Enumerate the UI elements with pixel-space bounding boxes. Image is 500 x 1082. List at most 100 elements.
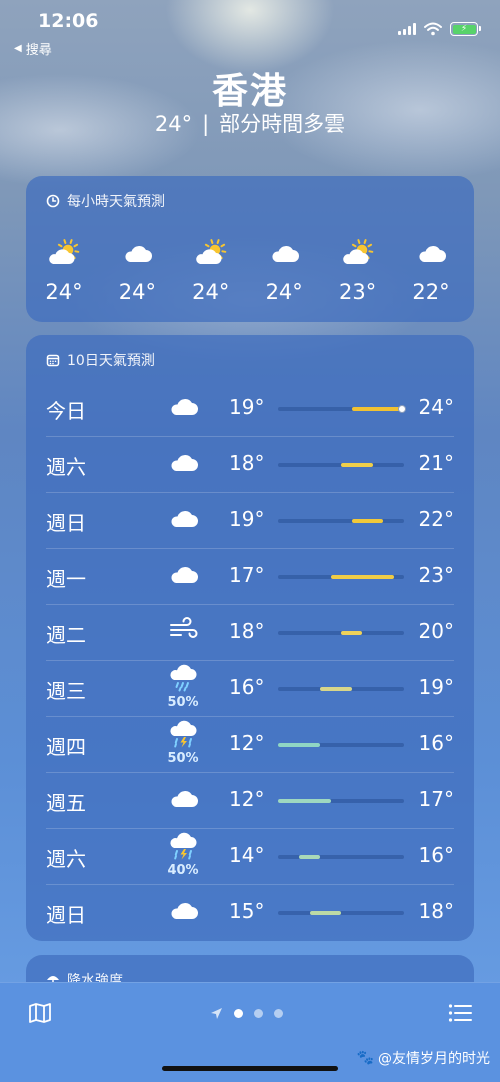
day-name: 今日	[46, 399, 86, 423]
day-row[interactable]: 週六 18° 21°	[46, 437, 454, 493]
home-indicator[interactable]	[162, 1066, 338, 1071]
day-name: 週二	[46, 623, 86, 647]
rain-cloud-icon: 50%	[158, 663, 208, 710]
precip-chance: 40%	[167, 863, 199, 878]
partly-sunny-icon	[181, 238, 241, 268]
hourly-title: 每小時天氣預測	[46, 191, 165, 211]
paw-icon: 🐾	[356, 1050, 374, 1066]
temp-range-fill	[341, 631, 362, 635]
day-name: 週五	[46, 791, 86, 815]
low-temp: 17°	[229, 563, 265, 587]
city-name: 香港	[211, 71, 288, 112]
hourly-temp: 24°	[265, 280, 303, 304]
hourly-temp: 24°	[45, 280, 83, 304]
page-dot[interactable]	[234, 1009, 243, 1018]
partly-sunny-icon	[34, 238, 94, 268]
clock-icon	[46, 194, 60, 208]
temp-range-bar	[278, 799, 404, 803]
calendar-icon	[46, 354, 60, 367]
partly-sunny-icon	[328, 238, 388, 268]
day-name: 週六	[46, 455, 86, 479]
location-arrow-icon	[211, 1008, 222, 1019]
low-temp: 12°	[229, 731, 265, 755]
precip-chance: 50%	[167, 751, 199, 766]
status-icons: ⚡	[398, 22, 481, 36]
temp-range-bar	[278, 575, 404, 579]
thunderstorm-icon: 40%	[158, 831, 208, 878]
hourly-item: 24°	[181, 238, 241, 304]
day-name: 週一	[46, 567, 86, 591]
cloud-icon	[254, 238, 314, 268]
thunderstorm-icon: 50%	[158, 719, 208, 766]
low-temp: 18°	[229, 451, 265, 475]
back-label: 搜尋	[25, 43, 52, 58]
high-temp: 24°	[418, 395, 454, 419]
high-temp: 17°	[418, 787, 454, 811]
day-row[interactable]: 週六 40% 14° 16°	[46, 829, 454, 885]
temp-range-fill	[330, 575, 394, 579]
summary-separator: |	[202, 112, 210, 136]
temp-range-bar	[278, 687, 404, 691]
day-name: 週日	[46, 511, 86, 535]
low-temp: 18°	[229, 619, 265, 643]
high-temp: 23°	[418, 563, 454, 587]
wifi-icon	[424, 22, 442, 36]
current-condition: 部分時間多雲	[219, 112, 346, 136]
page-dot[interactable]	[274, 1009, 283, 1018]
ten-day-forecast-card[interactable]: 10日天氣預測 今日 19° 24° 週六 18° 21° 週日 19° 22° 週一 17° 23°…	[26, 335, 474, 941]
current-temp: 24°	[154, 112, 193, 136]
hourly-temp: 24°	[118, 280, 156, 304]
hourly-forecast-card[interactable]: 每小時天氣預測 24° 24° 24° 24° 23° 22°	[26, 176, 474, 322]
day-row[interactable]: 週三 50% 16° 19°	[46, 661, 454, 717]
hourly-item: 24°	[34, 238, 94, 304]
battery-icon: ⚡	[450, 22, 481, 36]
cloud-icon	[158, 783, 208, 817]
temp-range-fill	[351, 407, 404, 411]
low-temp: 16°	[229, 675, 265, 699]
day-row[interactable]: 週日 15° 18°	[46, 885, 454, 941]
day-row[interactable]: 週五 12° 17°	[46, 773, 454, 829]
back-to-search-link[interactable]: ◀ 搜尋	[14, 39, 52, 58]
page-dot[interactable]	[254, 1009, 263, 1018]
cloud-icon	[158, 447, 208, 481]
day-name: 週三	[46, 679, 86, 703]
temp-range-bar	[278, 743, 404, 747]
low-temp: 12°	[229, 787, 265, 811]
low-temp: 15°	[229, 899, 265, 923]
day-row[interactable]: 週一 17° 23°	[46, 549, 454, 605]
hourly-temp: 22°	[412, 280, 450, 304]
hourly-item: 23°	[328, 238, 388, 304]
hourly-temp: 24°	[192, 280, 230, 304]
page-indicator[interactable]	[210, 1007, 283, 1020]
hourly-item: 24°	[107, 238, 167, 304]
temp-range-fill	[351, 519, 383, 523]
high-temp: 19°	[418, 675, 454, 699]
cloud-icon	[401, 238, 461, 268]
city-list-icon[interactable]	[448, 1003, 472, 1023]
high-temp: 22°	[418, 507, 454, 531]
back-arrow-icon: ◀	[14, 43, 22, 54]
high-temp: 16°	[418, 843, 454, 867]
low-temp: 19°	[229, 507, 265, 531]
high-temp: 20°	[418, 619, 454, 643]
cloud-icon	[158, 895, 208, 929]
day-name: 週四	[46, 735, 86, 759]
low-temp: 19°	[229, 395, 265, 419]
high-temp: 21°	[418, 451, 454, 475]
day-name: 週六	[46, 847, 86, 871]
temp-range-bar	[278, 911, 404, 915]
high-temp: 18°	[418, 899, 454, 923]
day-row[interactable]: 週日 19° 22°	[46, 493, 454, 549]
day-row[interactable]: 今日 19° 24°	[46, 381, 454, 437]
day-row[interactable]: 週二 18° 20°	[46, 605, 454, 661]
hourly-item: 22°	[401, 238, 461, 304]
temp-range-fill	[309, 911, 341, 915]
map-icon[interactable]	[28, 1001, 52, 1025]
temp-range-fill	[320, 687, 352, 691]
day-row[interactable]: 週四 50% 12° 16°	[46, 717, 454, 773]
temp-range-fill	[278, 743, 320, 747]
high-temp: 16°	[418, 731, 454, 755]
hourly-temp: 23°	[338, 280, 377, 304]
temp-range-bar	[278, 463, 404, 467]
temp-range-fill	[278, 799, 331, 803]
